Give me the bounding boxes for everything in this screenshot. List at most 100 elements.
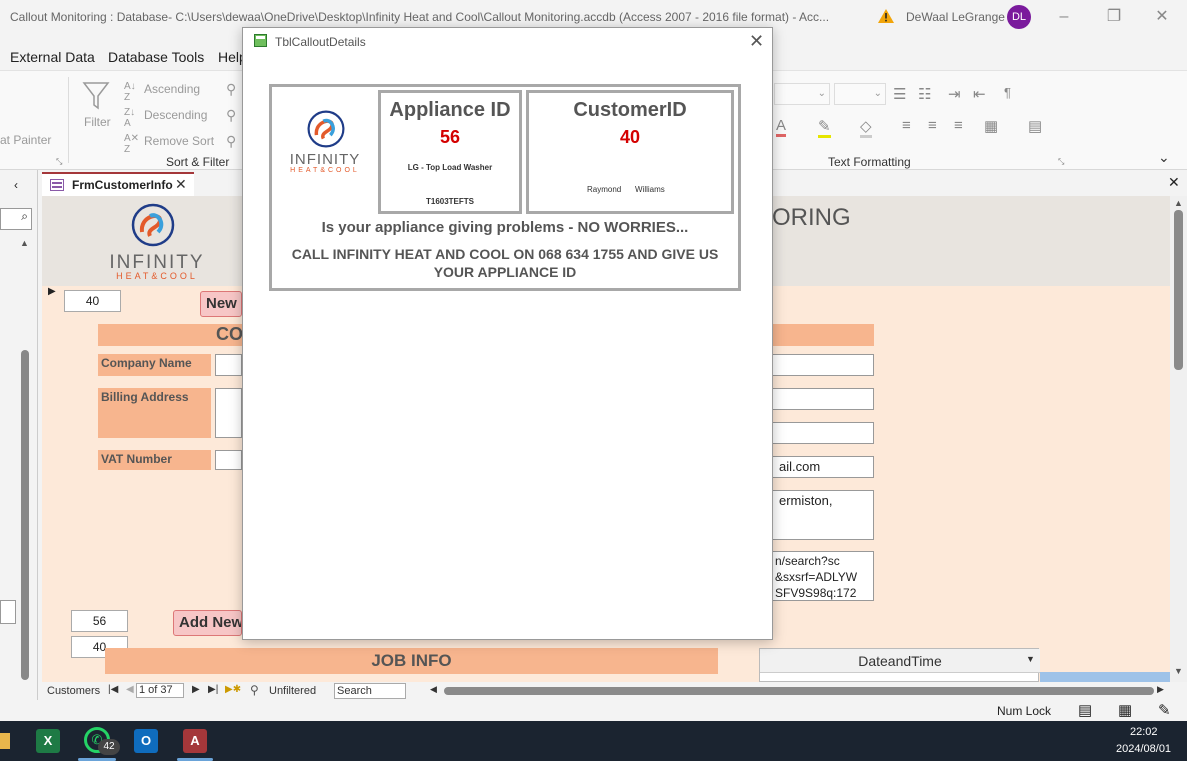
record-selector-icon[interactable]: ▶ — [48, 286, 58, 300]
font-color-icon[interactable]: A — [776, 117, 787, 137]
highlight-icon[interactable]: ✎ — [818, 117, 831, 138]
clipboard-launcher-icon[interactable]: ⤡ — [56, 157, 62, 167]
excel-icon[interactable]: X — [36, 729, 60, 753]
vat-number-field[interactable] — [215, 450, 242, 470]
appliance-model[interactable]: T1603TEFTS — [381, 197, 519, 206]
vat-number-label: VAT Number — [98, 450, 211, 470]
physical-address-field[interactable]: ermiston, — [772, 490, 874, 540]
first-record-icon[interactable]: |◀ — [108, 684, 118, 695]
font-name-dropdown[interactable]: ⌄ — [774, 83, 830, 105]
email-field[interactable]: ail.com — [772, 456, 874, 478]
nav-pane-toggle-icon[interactable]: ‹ — [14, 178, 18, 192]
font-size-dropdown[interactable]: ⌄ — [834, 83, 886, 105]
gridlines-icon[interactable]: ▤ — [1028, 117, 1042, 135]
new-customer-button[interactable]: New — [200, 291, 242, 317]
scroll-down-icon[interactable]: ▼ — [1174, 666, 1183, 676]
add-new-appliance-button[interactable]: Add New — [173, 610, 242, 636]
datasheet-view-icon[interactable]: ▦ — [1118, 701, 1132, 719]
bullets-icon[interactable]: ☰ — [893, 85, 906, 103]
close-document-icon[interactable]: ✕ — [1168, 174, 1180, 191]
filter-icon[interactable] — [82, 81, 110, 111]
current-record-field[interactable]: 1 of 37 — [136, 683, 184, 698]
company-field-right[interactable] — [772, 354, 874, 376]
ascending-button[interactable]: Ascending — [144, 82, 200, 96]
toggle-filter-icon[interactable]: ⚲ — [226, 133, 236, 150]
close-icon[interactable]: ✕ — [749, 31, 764, 52]
map-link-field[interactable]: n/search?sc &sxsrf=ADLYW SFV9S98q:172 — [772, 551, 874, 601]
align-right-icon[interactable]: ≡ — [954, 117, 963, 134]
align-left-icon[interactable]: ≡ — [902, 117, 911, 134]
warning-icon[interactable] — [877, 8, 895, 24]
customer-id-value[interactable]: 40 — [529, 127, 731, 148]
customer-id-field[interactable]: 40 — [64, 290, 121, 312]
user-name[interactable]: DeWaal LeGrange — [906, 10, 1005, 24]
contact-field-right-2[interactable] — [772, 422, 874, 444]
table-icon — [254, 34, 267, 47]
access-icon[interactable]: A — [183, 729, 207, 753]
menu-external-data[interactable]: External Data — [10, 49, 95, 65]
previous-record-icon[interactable]: ◀ — [126, 684, 134, 695]
datetime-column-header[interactable]: DateandTime — [760, 649, 1040, 673]
clock-date[interactable]: 2024/08/01 — [1116, 743, 1171, 755]
text-formatting-launcher-icon[interactable]: ⤡ — [1058, 157, 1064, 167]
popup-title: TblCalloutDetails — [275, 35, 366, 49]
numbering-icon[interactable]: ☷ — [918, 85, 931, 103]
next-record-icon[interactable]: ▶ — [192, 684, 200, 695]
company-name-field[interactable] — [215, 354, 242, 376]
paragraph-direction-icon[interactable]: ¶ — [1004, 85, 1011, 100]
section-title: CO — [216, 324, 243, 344]
format-painter-button[interactable]: at Painter — [0, 133, 51, 147]
whatsapp-badge: 42 — [98, 739, 120, 755]
customer-first-name[interactable]: Raymond — [587, 185, 621, 194]
filter-button[interactable]: Filter — [84, 115, 111, 129]
nav-scroll-up-icon[interactable]: ▲ — [20, 238, 29, 248]
increase-indent-icon[interactable]: ⇥ — [948, 85, 961, 103]
nav-search-icon[interactable]: ⌕ — [0, 208, 32, 230]
tab-frmcustomerinfo[interactable]: FrmCustomerInfo ✕ — [42, 172, 194, 196]
decrease-indent-icon[interactable]: ⇤ — [973, 85, 986, 103]
nav-scrollbar-thumb[interactable] — [21, 350, 29, 680]
minimize-icon[interactable]: – — [1054, 8, 1074, 26]
contact-section-bar-right — [772, 324, 874, 346]
selection-icon[interactable]: ⚲ — [226, 81, 236, 98]
file-explorer-icon[interactable] — [0, 733, 10, 749]
form-view-icon[interactable]: ▤ — [1078, 701, 1092, 719]
remove-sort-button[interactable]: Remove Sort — [144, 134, 214, 148]
restore-icon[interactable]: ❐ — [1104, 8, 1124, 26]
clock-time[interactable]: 22:02 — [1130, 726, 1158, 738]
fill-color-icon[interactable]: ◇ — [860, 117, 872, 138]
horizontal-scrollbar-thumb[interactable] — [444, 687, 1154, 695]
close-tab-icon[interactable]: ✕ — [175, 176, 187, 193]
filter-status[interactable]: Unfiltered — [269, 685, 316, 697]
alternate-row-color-icon[interactable]: ▦ — [984, 117, 998, 135]
form-vertical-scrollbar[interactable]: ▲ ▼ — [1170, 196, 1187, 682]
contact-field-right-1[interactable] — [772, 388, 874, 410]
hscroll-left-icon[interactable]: ◀ — [430, 684, 437, 695]
scroll-up-icon[interactable]: ▲ — [1174, 198, 1183, 208]
appliance-description[interactable]: LG - Top Load Washer — [381, 163, 519, 172]
selected-cell[interactable] — [1040, 672, 1170, 682]
appliance-id-box: Appliance ID 56 LG - Top Load Washer T16… — [378, 90, 522, 214]
infinity-logo: INFINITY HEAT&COOL — [102, 202, 212, 286]
design-view-icon[interactable]: ✎ — [1158, 701, 1171, 719]
nav-item-box[interactable] — [0, 600, 16, 624]
close-icon[interactable]: ✕ — [1152, 8, 1172, 26]
menu-database-tools[interactable]: Database Tools — [108, 49, 204, 65]
record-search-input[interactable]: Search — [334, 683, 406, 699]
advanced-filter-icon[interactable]: ⚲ — [226, 107, 236, 124]
appliance-id-value[interactable]: 56 — [381, 127, 519, 148]
outlook-icon[interactable]: O — [134, 729, 158, 753]
avatar[interactable]: DL — [1007, 5, 1031, 29]
new-record-icon[interactable]: ▶✱ — [225, 684, 241, 695]
column-dropdown-icon[interactable]: ▼ — [1026, 654, 1035, 664]
descending-button[interactable]: Descending — [144, 108, 207, 122]
collapse-ribbon-icon[interactable]: ⌄ — [1158, 149, 1170, 166]
align-center-icon[interactable]: ≡ — [928, 117, 937, 134]
scrollbar-thumb[interactable] — [1174, 210, 1183, 370]
appliance-id-field[interactable]: 56 — [71, 610, 128, 632]
customer-last-name[interactable]: Williams — [635, 185, 665, 194]
billing-address-field[interactable] — [215, 388, 242, 438]
last-record-icon[interactable]: ▶| — [208, 684, 218, 695]
tab-label: FrmCustomerInfo — [72, 178, 173, 192]
hscroll-right-icon[interactable]: ▶ — [1157, 684, 1164, 695]
